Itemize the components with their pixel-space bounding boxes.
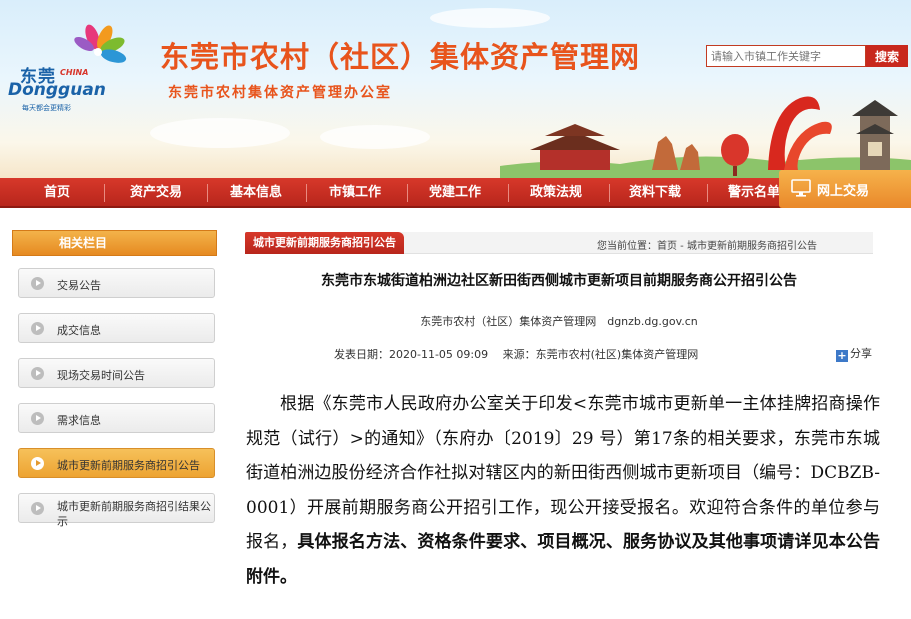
sidebar-item-onsite-schedule[interactable]: 现场交易时间公告 xyxy=(18,358,215,388)
nav-divider xyxy=(306,184,307,202)
site-subtitle: 东莞市农村集体资产管理办公室 xyxy=(168,85,392,101)
article-meta: 发表日期：2020-11-05 09:09 来源：东莞市农村(社区)集体资产管理… xyxy=(334,348,699,361)
sidebar-item-label: 现场交易时间公告 xyxy=(57,369,145,382)
article-title: 东莞市东城街道柏洲边社区新田街西侧城市更新项目前期服务商公开招引公告 xyxy=(321,273,797,289)
search-input[interactable] xyxy=(706,45,866,67)
cloud-decoration xyxy=(150,118,290,148)
play-bullet-icon xyxy=(31,367,44,380)
nav-town-work[interactable]: 市镇工作 xyxy=(315,178,395,208)
breadcrumb: 您当前位置：首页 - 城市更新前期服务商招引公告 xyxy=(597,237,817,252)
logo-slogan: 每天都会更精彩 xyxy=(22,104,71,112)
nav-divider xyxy=(508,184,509,202)
play-bullet-icon xyxy=(31,277,44,290)
sidebar-item-trade-notice[interactable]: 交易公告 xyxy=(18,268,215,298)
search-button[interactable]: 搜索 xyxy=(866,45,908,67)
city-landmarks-illustration xyxy=(500,96,911,178)
section-tab: 城市更新前期服务商招引公告 xyxy=(245,232,404,254)
cloud-decoration xyxy=(430,8,550,28)
cloud-decoration xyxy=(320,125,430,149)
nav-asset-trading[interactable]: 资产交易 xyxy=(116,178,196,208)
nav-basic-info[interactable]: 基本信息 xyxy=(216,178,296,208)
sidebar-item-label: 交易公告 xyxy=(57,279,101,292)
logo-english-text: Dongguan xyxy=(8,80,106,100)
breadcrumb-bar: 城市更新前期服务商招引公告 您当前位置：首页 - 城市更新前期服务商招引公告 xyxy=(245,232,873,254)
article-body-text: 根据《东莞市人民政府办公室关于印发<东莞市城市更新单一主体挂牌招商操作规范（试行… xyxy=(246,394,880,552)
play-bullet-icon xyxy=(31,457,44,470)
sidebar-item-label: 需求信息 xyxy=(57,414,101,427)
sidebar-item-renewal-result[interactable]: 城市更新前期服务商招引结果公示 xyxy=(18,493,215,528)
share-label: 分享 xyxy=(850,347,872,360)
article-body: 根据《东莞市人民政府办公室关于印发<东莞市城市更新单一主体挂牌招商操作规范（试行… xyxy=(246,387,880,594)
plus-icon: + xyxy=(836,349,848,362)
sidebar-item-demand-info[interactable]: 需求信息 xyxy=(18,403,215,433)
play-bullet-icon xyxy=(31,502,44,515)
play-bullet-icon xyxy=(31,322,44,335)
online-trading-button[interactable]: 网上交易 xyxy=(779,170,911,208)
nav-divider xyxy=(207,184,208,202)
sidebar-title-bar: 相关栏目 xyxy=(12,230,217,256)
breadcrumb-prefix: 您当前位置： xyxy=(597,241,657,252)
share-button[interactable]: + 分享 xyxy=(836,345,872,362)
article-org: 东莞市农村（社区）集体资产管理网 dgnzb.dg.gov.cn xyxy=(420,315,698,328)
sidebar-title: 相关栏目 xyxy=(58,236,107,250)
breadcrumb-path[interactable]: 首页 - 城市更新前期服务商招引公告 xyxy=(657,241,817,252)
nav-policies[interactable]: 政策法规 xyxy=(516,178,596,208)
nav-home[interactable]: 首页 xyxy=(22,178,92,208)
nav-divider xyxy=(407,184,408,202)
online-trading-label: 网上交易 xyxy=(817,184,870,199)
play-bullet-icon xyxy=(31,412,44,425)
sidebar-item-label: 城市更新前期服务商招引结果公示 xyxy=(57,500,211,528)
monitor-icon xyxy=(791,179,811,197)
sidebar-item-deal-info[interactable]: 成交信息 xyxy=(18,313,215,343)
nav-divider xyxy=(707,184,708,202)
nav-divider xyxy=(104,184,105,202)
article-body-bold: 具体报名方法、资格条件要求、项目概况、服务协议及其他事项请详见本公告附件。 xyxy=(246,532,881,587)
site-header: 东莞 CHINA Dongguan 每天都会更精彩 东莞市农村（社区）集体资产管… xyxy=(0,0,911,178)
sidebar-item-label: 成交信息 xyxy=(57,324,101,337)
dongguan-logo[interactable]: 东莞 CHINA Dongguan 每天都会更精彩 xyxy=(6,18,146,118)
nav-downloads[interactable]: 资料下载 xyxy=(615,178,695,208)
nav-party-building[interactable]: 党建工作 xyxy=(415,178,495,208)
logo-china-text: CHINA xyxy=(60,68,89,77)
nav-divider xyxy=(609,184,610,202)
sidebar-item-renewal-notice[interactable]: 城市更新前期服务商招引公告 xyxy=(18,448,215,478)
sidebar-item-label: 城市更新前期服务商招引公告 xyxy=(57,459,200,472)
main-nav: 首页 资产交易 基本信息 市镇工作 党建工作 政策法规 资料下载 警示名单 xyxy=(0,178,911,208)
